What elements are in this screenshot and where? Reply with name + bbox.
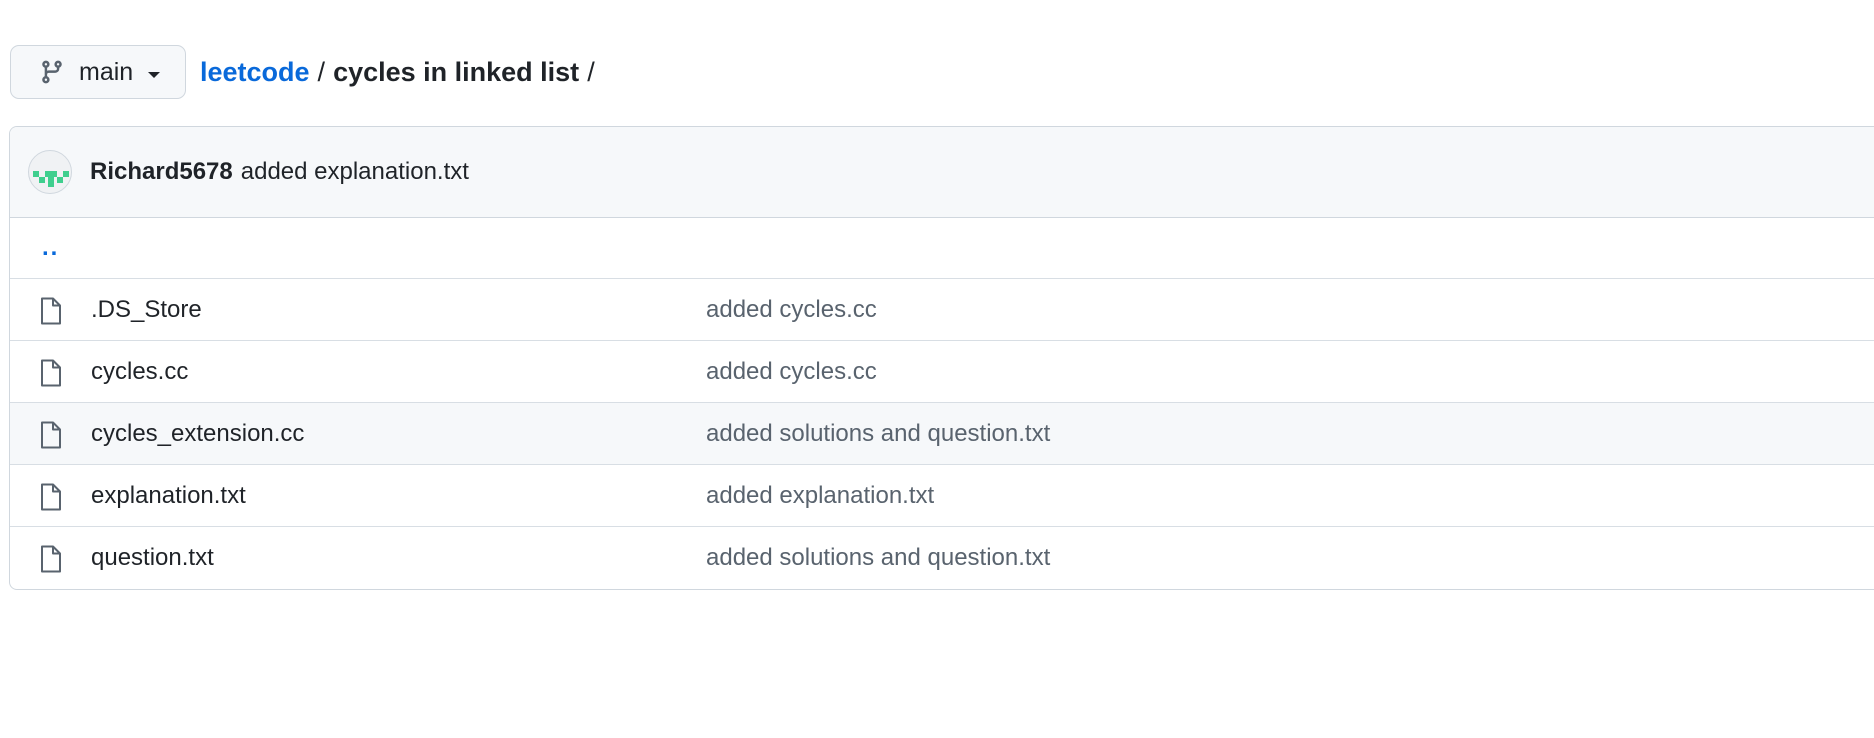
breadcrumb-current-folder: cycles in linked list (333, 56, 580, 87)
commit-author-link[interactable]: Richard5678 (90, 158, 233, 186)
commit-message-link[interactable]: added explanation.txt (241, 158, 469, 186)
file-icon (39, 421, 63, 449)
parent-directory-row[interactable]: .. (10, 218, 1874, 279)
file-row[interactable]: cycles.cc added cycles.cc (10, 341, 1874, 403)
file-row[interactable]: question.txt added solutions and questio… (10, 527, 1874, 589)
file-row[interactable]: explanation.txt added explanation.txt (10, 465, 1874, 527)
breadcrumb-separator: / (317, 56, 326, 87)
file-commit-message-link[interactable]: added cycles.cc (706, 296, 877, 324)
breadcrumb-repo-link[interactable]: leetcode (200, 57, 310, 88)
file-icon (39, 297, 63, 325)
breadcrumb: leetcode / cycles in linked list / (200, 57, 603, 88)
parent-directory-link[interactable]: .. (42, 234, 59, 262)
latest-commit-header: Richard5678 added explanation.txt (10, 127, 1874, 218)
file-icon (39, 483, 63, 511)
file-row[interactable]: .DS_Store added cycles.cc (10, 279, 1874, 341)
file-name-link[interactable]: explanation.txt (91, 482, 246, 510)
file-listing: Richard5678 added explanation.txt .. .DS… (9, 126, 1874, 590)
avatar[interactable] (28, 150, 72, 194)
file-commit-message-link[interactable]: added cycles.cc (706, 358, 877, 386)
branch-name: main (79, 57, 134, 86)
file-name-link[interactable]: cycles_extension.cc (91, 420, 304, 448)
file-icon (39, 545, 63, 573)
file-commit-message-link[interactable]: added explanation.txt (706, 482, 934, 510)
breadcrumb-trailing-separator: / (587, 56, 595, 87)
file-name-link[interactable]: cycles.cc (91, 358, 188, 386)
branch-selector-button[interactable]: main (10, 45, 186, 99)
file-icon (39, 359, 63, 387)
file-commit-message-link[interactable]: added solutions and question.txt (706, 420, 1050, 448)
chevron-down-icon (147, 67, 161, 78)
file-row[interactable]: cycles_extension.cc added solutions and … (10, 403, 1874, 465)
file-name-link[interactable]: question.txt (91, 544, 214, 572)
git-branch-icon (39, 59, 65, 85)
file-commit-message-link[interactable]: added solutions and question.txt (706, 544, 1050, 572)
repo-nav-bar: main leetcode / cycles in linked list / (10, 45, 603, 99)
file-name-link[interactable]: .DS_Store (91, 296, 202, 324)
